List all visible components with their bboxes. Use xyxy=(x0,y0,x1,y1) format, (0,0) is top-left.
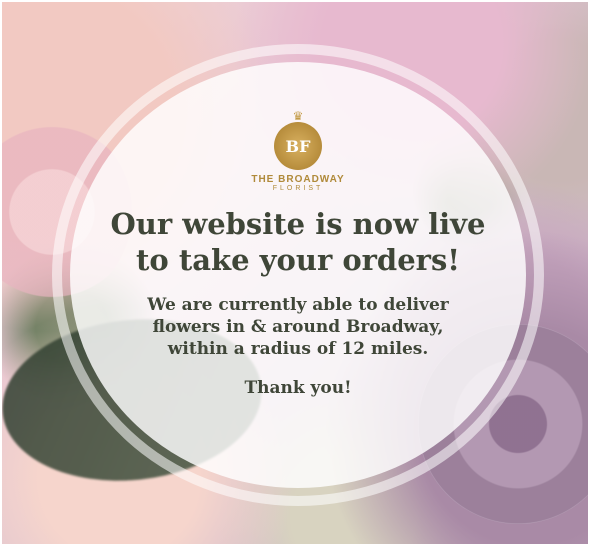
thank-you-text: Thank you! xyxy=(244,378,352,398)
body-line-1: We are currently able to deliver xyxy=(147,295,449,315)
flyer-content: ♛ BF THE BROADWAY FLORIST Our website is… xyxy=(70,62,526,488)
brand-sub: FLORIST xyxy=(272,185,324,192)
headline-line-2: to take your orders! xyxy=(136,243,460,277)
headline-line-1: Our website is now live xyxy=(110,207,486,241)
brand-logo: ♛ BF THE BROADWAY FLORIST xyxy=(228,110,368,192)
headline: Our website is now live to take your ord… xyxy=(70,206,526,278)
body-line-3: within a radius of 12 miles. xyxy=(167,339,429,359)
logo-emblem: BF xyxy=(274,122,322,170)
brand-name: THE BROADWAY xyxy=(251,174,345,185)
crown-icon: ♛ xyxy=(292,109,304,123)
flyer-frame: ♛ BF THE BROADWAY FLORIST Our website is… xyxy=(2,2,588,544)
delivery-info: We are currently able to deliver flowers… xyxy=(70,294,526,360)
body-line-2: flowers in & around Broadway, xyxy=(152,317,444,337)
logo-initials: BF xyxy=(285,136,311,156)
